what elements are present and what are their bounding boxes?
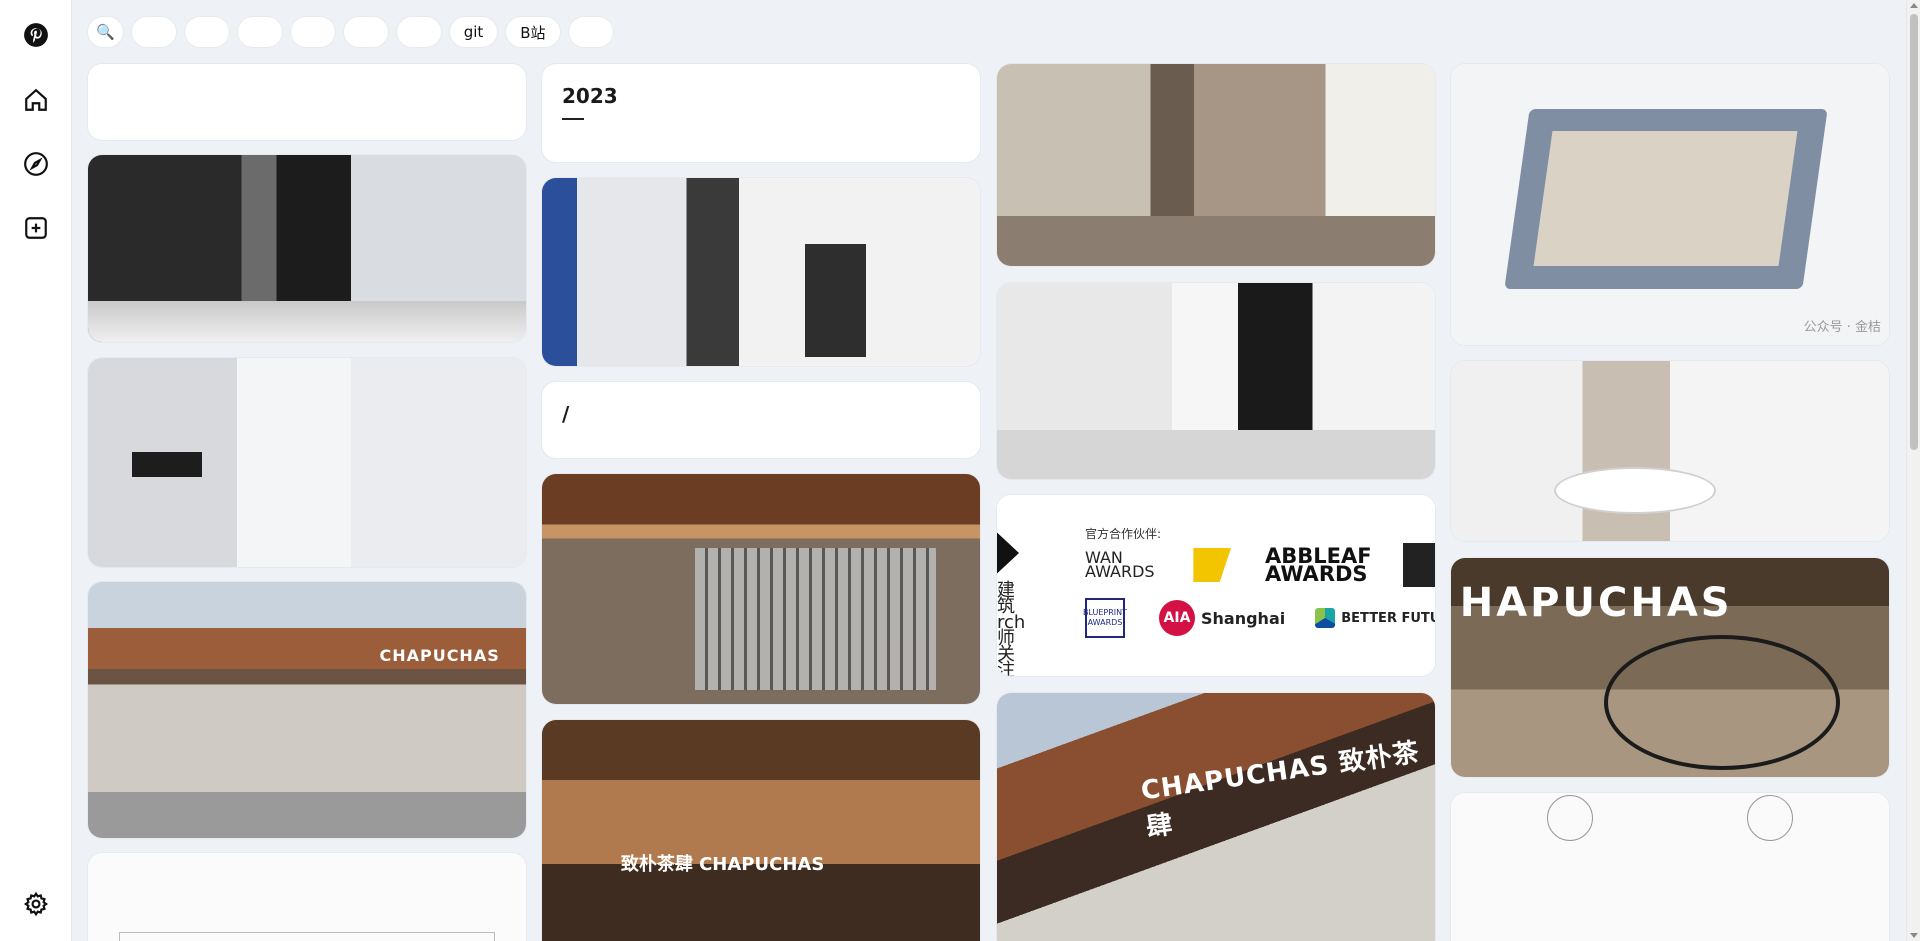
pin-title-card-2023[interactable]: 2023 <box>542 64 980 162</box>
chip-3[interactable] <box>237 17 282 47</box>
pin-photo: CHAPUCHAS <box>88 582 526 838</box>
pin-photo: 公众号 · 金桔 <box>1451 64 1889 345</box>
pin-photo <box>997 64 1435 266</box>
partners-row-1: WAN AWARDS ABBLEAF AWARDS <box>1085 546 1435 585</box>
chip-1[interactable] <box>131 17 176 47</box>
pinterest-logo-icon[interactable] <box>20 19 52 51</box>
aia-badge: AIA <box>1159 600 1195 636</box>
sidebar <box>0 0 72 941</box>
pin-title-card[interactable] <box>88 64 526 140</box>
pin-image-tea-house-facade[interactable]: CHAPUCHAS <box>88 582 526 838</box>
pin-image-elevation-sketch[interactable] <box>88 853 526 941</box>
pin-partners-card[interactable]: 建筑 rch 师关注 官方合作伙伴: WAN AWARDS ABBLEAF AW… <box>997 495 1435 676</box>
pin-photo <box>88 853 526 941</box>
better-future-icon <box>1315 608 1336 628</box>
tree-sign-text: HAPUCHAS <box>1459 579 1733 626</box>
pin-photo <box>88 358 526 567</box>
compass-icon[interactable] <box>20 148 52 180</box>
partner-left-text: 建筑 rch 师关注 <box>997 580 1026 677</box>
wan-awards-logo: WAN AWARDS <box>1085 548 1155 581</box>
scroll-down-arrow-icon[interactable] <box>1910 933 1918 938</box>
aia-label: Shanghai <box>1201 608 1286 628</box>
chip-bilibili[interactable]: B站 <box>506 17 560 47</box>
create-plus-icon[interactable] <box>20 212 52 244</box>
pin-image-tea-house-interior[interactable]: 致朴茶肆 CHAPUCHAS <box>542 720 980 941</box>
chip-git[interactable]: git <box>449 17 498 47</box>
aia-shanghai-logo: AIA Shanghai <box>1159 600 1285 636</box>
partner-logo-edge <box>1403 543 1435 587</box>
chip-4[interactable] <box>290 17 335 47</box>
pin-photo: 致朴茶肆 CHAPUCHAS <box>542 720 980 941</box>
pin-photo: HAPUCHAS <box>1451 558 1889 777</box>
blueprint-awards-logo: BLUEPRINT AWARDS <box>1083 598 1127 638</box>
search-icon: 🔍 <box>96 23 115 41</box>
facade2-sign-text: CHAPUCHAS 致朴茶肆 <box>1138 737 1421 844</box>
partners-row-2: BLUEPRINT AWARDS AIA Shanghai BETTER FUT… <box>1083 598 1435 638</box>
pin-photo <box>542 178 980 366</box>
better-future-label: BETTER FUTU <box>1341 610 1435 626</box>
pin-photo: CHAPUCHAS 致朴茶肆 <box>997 693 1435 941</box>
pin-image-dining-room[interactable] <box>1451 361 1889 541</box>
partners-header: 官方合作伙伴: <box>1085 527 1162 541</box>
triangle-logo-icon <box>997 525 1019 581</box>
partner-logo-left: 建筑 rch 师关注 <box>997 525 1031 676</box>
pin-image-floor-plan[interactable]: 公众号 · 金桔 <box>1451 64 1889 345</box>
scroll-thumb[interactable] <box>1910 14 1918 450</box>
pin-image-white-living-room[interactable] <box>88 358 526 567</box>
scroll-up-arrow-icon[interactable] <box>1910 3 1918 8</box>
facade-sign-text: CHAPUCHAS <box>379 646 500 665</box>
chip-9[interactable] <box>568 17 613 47</box>
yellow-award-logo-icon <box>1193 548 1232 582</box>
pin-image-facade-closeup[interactable]: CHAPUCHAS 致朴茶肆 <box>997 693 1435 941</box>
pin-photo <box>1451 361 1889 541</box>
wechat-watermark: 公众号 · 金桔 <box>1803 320 1881 335</box>
pin-photo <box>542 474 980 704</box>
home-icon[interactable] <box>20 84 52 116</box>
pin-image-dark-living-room[interactable] <box>88 155 526 342</box>
pin-image-tree-atrium[interactable]: HAPUCHAS <box>1451 558 1889 777</box>
partners-banner: 建筑 rch 师关注 官方合作伙伴: WAN AWARDS ABBLEAF AW… <box>997 495 1435 676</box>
pin-photo <box>1451 793 1889 941</box>
interior-sign-text: 致朴茶肆 CHAPUCHAS <box>620 853 825 875</box>
bookmark-chips-bar: 🔍 git B站 <box>88 17 613 47</box>
pin-image-pergola-brick[interactable] <box>542 474 980 704</box>
chip-5[interactable] <box>343 17 388 47</box>
pin-photo <box>997 283 1435 479</box>
chip-2[interactable] <box>184 17 229 47</box>
pin-photo <box>88 155 526 342</box>
pin-image-sketch-2[interactable] <box>1451 793 1889 941</box>
better-future-logo: BETTER FUTU <box>1315 608 1435 628</box>
settings-gear-icon[interactable] <box>20 888 52 920</box>
pin-title-card-2[interactable]: / <box>542 382 980 458</box>
chip-6[interactable] <box>396 17 441 47</box>
pin-title: 2023 <box>562 84 618 108</box>
title-dash <box>562 118 584 120</box>
pin-title: / <box>562 402 570 426</box>
pin-image-tv-wall[interactable] <box>997 283 1435 479</box>
page-scrollbar[interactable] <box>1906 0 1920 941</box>
pin-image-lounge[interactable] <box>997 64 1435 266</box>
search-chip[interactable]: 🔍 <box>88 17 123 47</box>
pin-image-bathroom[interactable] <box>542 178 980 366</box>
